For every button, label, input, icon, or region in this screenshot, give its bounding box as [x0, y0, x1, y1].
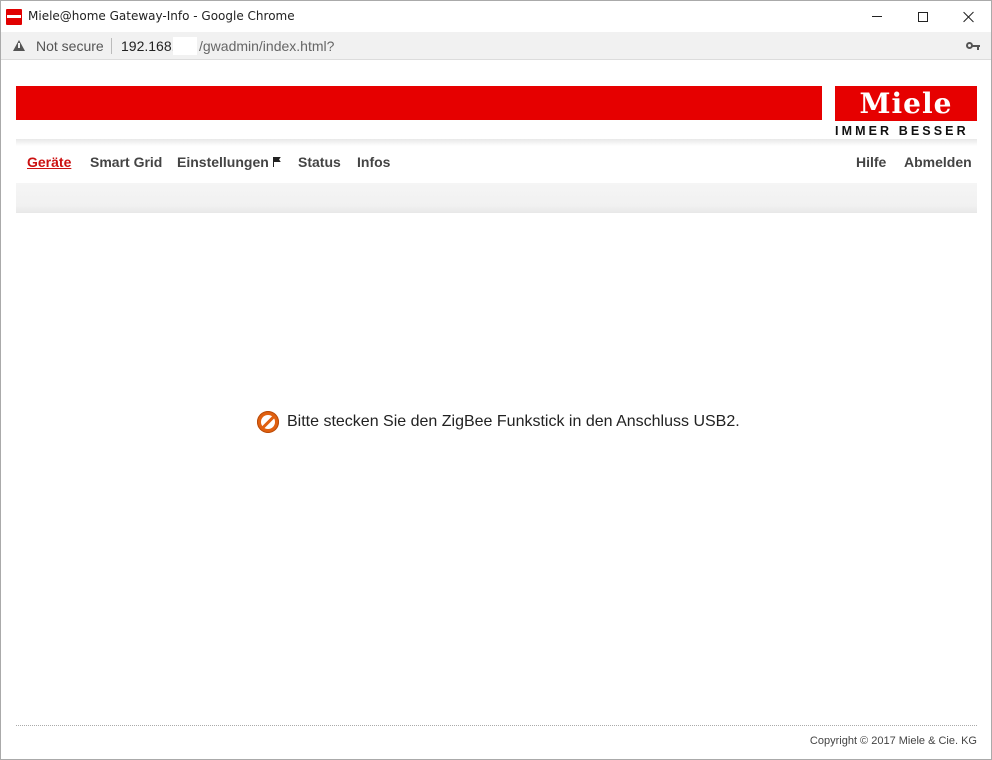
maximize-icon [918, 11, 928, 22]
status-message: Bitte stecken Sie den ZigBee Funkstick i… [257, 410, 740, 434]
header-divider [16, 139, 977, 146]
footer-divider [16, 725, 977, 726]
maximize-button[interactable] [900, 1, 946, 32]
browser-window: Miele@home Gateway-Info - Google Chrome … [0, 0, 992, 760]
not-secure-warning-icon[interactable] [13, 40, 25, 51]
url-redacted-mask [173, 37, 197, 55]
miele-logo: Miele [835, 86, 977, 121]
nav-item-infos[interactable]: Infos [357, 154, 390, 170]
sub-navigation-bar [16, 183, 977, 213]
close-icon [963, 11, 975, 23]
nav-item-geraete[interactable]: Geräte [27, 154, 71, 170]
header-red-bar [16, 86, 822, 120]
close-button[interactable] [946, 1, 991, 32]
minimize-button[interactable] [854, 1, 900, 32]
logo-text: Miele [859, 86, 953, 120]
nav-item-status[interactable]: Status [298, 154, 341, 170]
copyright-text: Copyright © 2017 Miele & Cie. KG [809, 735, 977, 747]
security-label[interactable]: Not secure [36, 38, 104, 54]
address-separator [111, 38, 112, 54]
page-content: Miele IMMER BESSER Geräte Smart Grid Ein… [1, 61, 991, 759]
flag-icon [272, 157, 281, 167]
title-bar: Miele@home Gateway-Info - Google Chrome [1, 1, 991, 32]
nav-item-smart-grid[interactable]: Smart Grid [90, 154, 162, 170]
key-icon[interactable] [966, 41, 980, 51]
miele-favicon-icon [6, 9, 22, 25]
no-entry-icon [257, 411, 279, 433]
window-title: Miele@home Gateway-Info - Google Chrome [28, 9, 295, 23]
minimize-icon [872, 16, 882, 17]
message-text: Bitte stecken Sie den ZigBee Funkstick i… [287, 413, 740, 430]
nav-item-einstellungen-label: Einstellungen [177, 154, 269, 170]
logo-slogan: IMMER BESSER [835, 124, 969, 138]
url-path[interactable]: /gwadmin/index.html? [199, 38, 334, 54]
url-host[interactable]: 192.168. [121, 38, 176, 54]
nav-item-einstellungen[interactable]: Einstellungen [177, 154, 281, 170]
main-navigation: Geräte Smart Grid Einstellungen Status I… [16, 149, 977, 177]
address-bar[interactable]: Not secure 192.168. /gwadmin/index.html? [1, 32, 991, 60]
nav-item-abmelden[interactable]: Abmelden [904, 154, 972, 170]
nav-item-hilfe[interactable]: Hilfe [856, 154, 886, 170]
